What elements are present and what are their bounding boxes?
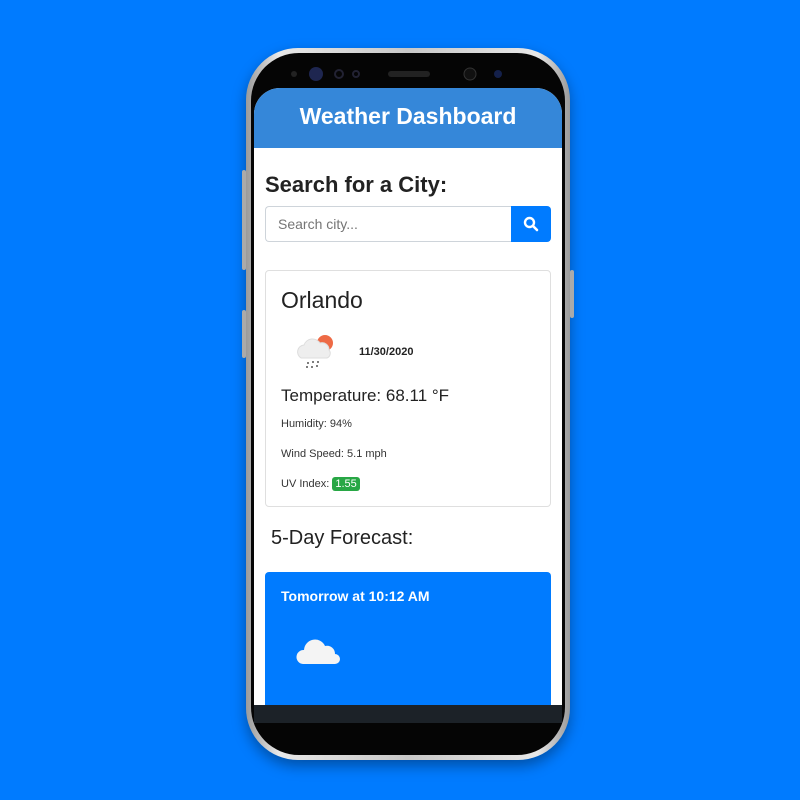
forecast-card: Tomorrow at 10:12 AM [265, 572, 551, 705]
cloud-icon [296, 639, 340, 664]
temperature: Temperature: 68.11 °F [281, 386, 450, 405]
wind-speed: Wind Speed: 5.1 mph [281, 448, 387, 460]
uv-label: UV Index: [281, 478, 330, 490]
forecast-time: Tomorrow at 10:12 AM [281, 588, 430, 604]
current-weather-card: Orlando 11/30/2020 Temperature: 68.11 °F… [265, 270, 551, 507]
search-heading: Search for a City: [265, 172, 448, 197]
bixby-button [242, 310, 246, 358]
search-form [265, 206, 551, 242]
phone-sensors-icon [291, 67, 502, 81]
forecast-heading: 5-Day Forecast: [271, 527, 414, 549]
search-icon [523, 216, 539, 232]
uv-badge: 1.55 [332, 477, 360, 491]
search-button[interactable] [511, 206, 551, 242]
app-header: Weather Dashboard [254, 88, 562, 148]
humidity: Humidity: 94% [281, 418, 352, 430]
phone-screen: Weather Dashboard Search for a City: Orl… [254, 88, 562, 705]
search-input[interactable] [265, 206, 511, 242]
city-name: Orlando [281, 287, 363, 313]
current-date: 11/30/2020 [359, 346, 414, 358]
volume-button [242, 170, 246, 270]
navigation-bar [254, 705, 562, 723]
rain-cloud-sun-icon [297, 335, 333, 368]
power-button [570, 270, 574, 318]
